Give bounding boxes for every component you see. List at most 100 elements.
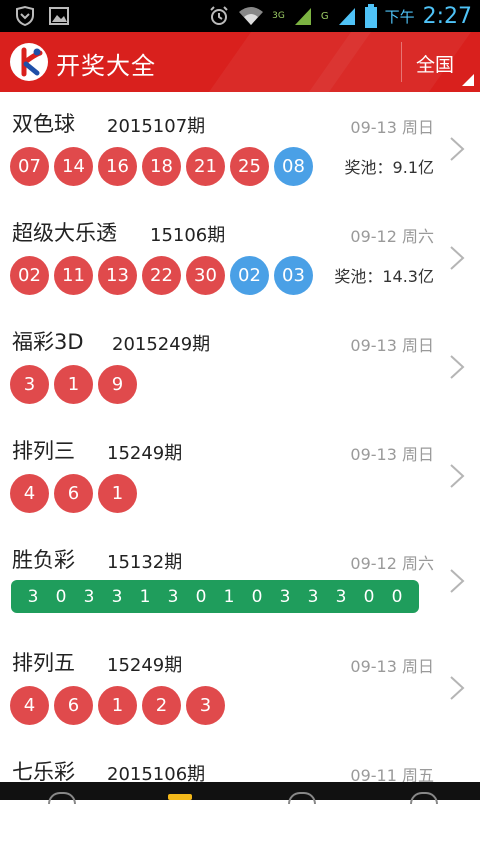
- match-result: 0: [391, 586, 403, 607]
- red-ball: 21: [186, 147, 225, 186]
- status-right: 3G G 下午 2:27: [208, 0, 472, 32]
- battery-icon: [364, 4, 377, 28]
- lottery-date: 09-12 周六: [350, 227, 434, 246]
- ball-row: 3 1 9: [10, 365, 137, 404]
- tab-discover-icon[interactable]: [288, 792, 316, 804]
- lottery-item-shengfucai[interactable]: 胜负彩 15132期 09-12 周六 3 0 3 3 1 3 0 1 0 3 …: [0, 528, 480, 632]
- lottery-date: 09-12 周六: [350, 554, 434, 573]
- lottery-name: 排列五: [12, 651, 75, 675]
- red-ball: 14: [54, 147, 93, 186]
- prize-pool: 奖池：9.1亿: [344, 158, 434, 177]
- red-ball: 2: [142, 686, 181, 725]
- lottery-issue: 2015249期: [112, 334, 211, 355]
- app-header: 开奖大全 全国: [0, 32, 480, 92]
- prize-pool: 奖池：14.3亿: [334, 267, 434, 286]
- red-ball: 18: [142, 147, 181, 186]
- image-icon: [49, 7, 69, 25]
- ball-row: 02 11 13 22 30 02 03: [10, 256, 313, 295]
- notification-icons: [14, 5, 70, 27]
- red-ball: 6: [54, 474, 93, 513]
- lottery-date: 09-13 周日: [350, 336, 434, 355]
- red-ball: 30: [186, 256, 225, 295]
- tab-profile-icon[interactable]: [410, 792, 438, 804]
- match-result: 1: [139, 586, 151, 607]
- time-ampm: 下午: [384, 7, 415, 26]
- match-result: 1: [223, 586, 235, 607]
- ball-row: 4 6 1 2 3: [10, 686, 225, 725]
- match-result: 3: [111, 586, 123, 607]
- red-ball: 07: [10, 147, 49, 186]
- ball-row: 4 6 1: [10, 474, 137, 513]
- dropdown-corner-icon: [462, 74, 474, 86]
- red-ball: 6: [54, 686, 93, 725]
- match-result: 3: [279, 586, 291, 607]
- red-ball: 16: [98, 147, 137, 186]
- match-result: 3: [167, 586, 179, 607]
- lottery-name: 双色球: [12, 112, 75, 136]
- red-ball: 13: [98, 256, 137, 295]
- match-result: 3: [335, 586, 347, 607]
- red-ball: 11: [54, 256, 93, 295]
- red-ball: 1: [98, 474, 137, 513]
- red-ball: 1: [98, 686, 137, 725]
- page-title: 开奖大全: [56, 52, 156, 80]
- signal-icon-2: [338, 8, 355, 25]
- lottery-item-fucai3d[interactable]: 福彩3D 2015249期 09-13 周日 3 1 9: [0, 310, 480, 420]
- lottery-issue: 15249期: [107, 443, 183, 464]
- lottery-issue: 2015107期: [107, 116, 206, 137]
- match-result: 3: [307, 586, 319, 607]
- match-result: 0: [363, 586, 375, 607]
- match-results-bar: 3 0 3 3 1 3 0 1 0 3 3 3 0 0: [11, 580, 419, 613]
- lottery-issue: 15132期: [107, 552, 183, 573]
- match-result: 3: [27, 586, 39, 607]
- region-label: 全国: [416, 54, 455, 76]
- region-selector-button[interactable]: 全国: [402, 32, 480, 92]
- app-logo: [10, 43, 48, 81]
- lottery-name: 胜负彩: [12, 548, 75, 572]
- red-ball: 1: [54, 365, 93, 404]
- tab-home-icon[interactable]: [48, 792, 76, 804]
- tab-draw-results-icon[interactable]: [168, 794, 192, 800]
- ball-row: 07 14 16 18 21 25 08: [10, 147, 313, 186]
- red-ball: 3: [186, 686, 225, 725]
- blue-ball: 08: [274, 147, 313, 186]
- chevron-right-icon: [450, 246, 465, 270]
- lottery-date: 09-13 周日: [350, 445, 434, 464]
- lottery-date: 09-13 周日: [350, 118, 434, 137]
- match-result: 0: [55, 586, 67, 607]
- match-result: 0: [195, 586, 207, 607]
- lottery-item-daletou[interactable]: 超级大乐透 15106期 09-12 周六 02 11 13 22 30 02 …: [0, 201, 480, 311]
- lottery-name: 超级大乐透: [12, 221, 117, 245]
- network-type-label-2: G: [320, 10, 329, 22]
- lottery-date: 09-13 周日: [350, 657, 434, 676]
- lottery-issue: 15106期: [150, 225, 226, 246]
- red-ball: 9: [98, 365, 137, 404]
- red-ball: 25: [230, 147, 269, 186]
- red-ball: 4: [10, 686, 49, 725]
- match-result: 3: [83, 586, 95, 607]
- clock-time: 2:27: [422, 3, 472, 29]
- blue-ball: 02: [230, 256, 269, 295]
- chevron-right-icon: [450, 569, 465, 593]
- red-ball: 02: [10, 256, 49, 295]
- lottery-issue: 15249期: [107, 655, 183, 676]
- red-ball: 4: [10, 474, 49, 513]
- lottery-name: 福彩3D: [12, 330, 84, 354]
- chevron-right-icon: [450, 464, 465, 488]
- blue-ball: 03: [274, 256, 313, 295]
- chevron-right-icon: [450, 355, 465, 379]
- chevron-right-icon: [450, 676, 465, 700]
- match-result: 0: [251, 586, 263, 607]
- app-logo-icon: [21, 47, 43, 77]
- lottery-item-pailie5[interactable]: 排列五 15249期 09-13 周日 4 6 1 2 3: [0, 631, 480, 741]
- status-bar: 3G G 下午 2:27: [0, 0, 480, 32]
- wifi-icon: [239, 7, 264, 25]
- red-ball: 22: [142, 256, 181, 295]
- lottery-item-shuangseqiu[interactable]: 双色球 2015107期 09-13 周日 07 14 16 18 21 25 …: [0, 92, 480, 202]
- shield-icon: [16, 5, 34, 27]
- lottery-name: 排列三: [12, 439, 75, 463]
- lottery-item-pailie3[interactable]: 排列三 15249期 09-13 周日 4 6 1: [0, 419, 480, 529]
- bottom-tab-bar: [0, 782, 480, 804]
- alarm-icon: [210, 6, 228, 25]
- signal-icon: [294, 8, 311, 25]
